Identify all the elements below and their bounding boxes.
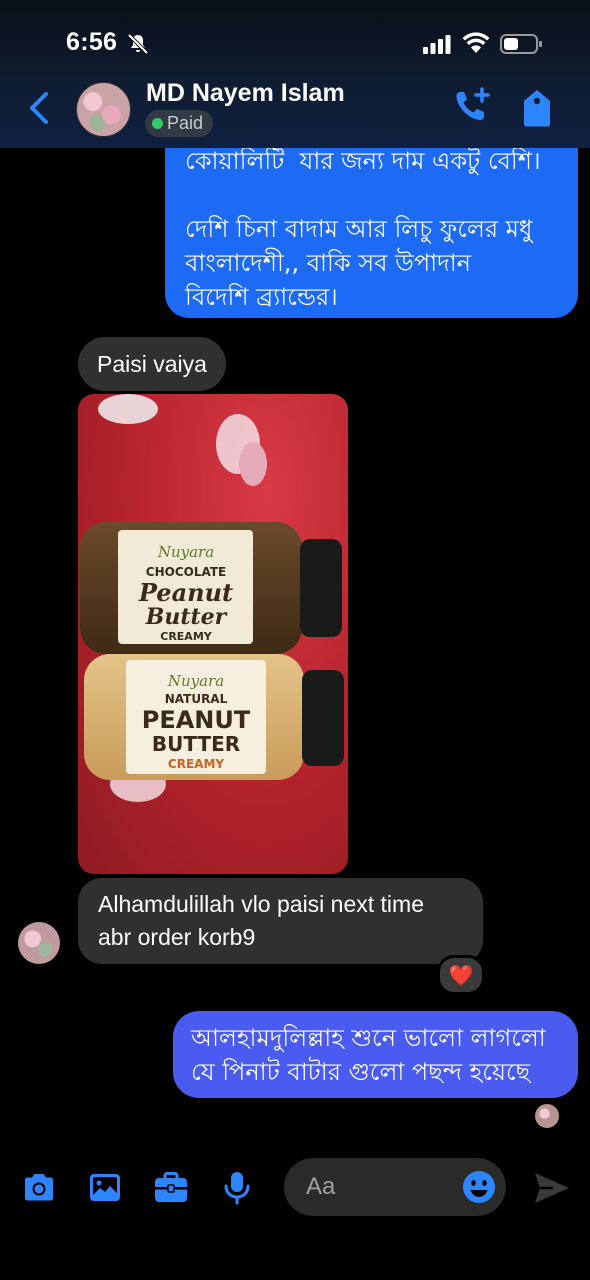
jar1-line1: Peanut xyxy=(138,578,233,607)
status-badge: Paid xyxy=(145,110,214,137)
jar2-line2: BUTTER xyxy=(152,732,240,756)
contact-name[interactable]: MD Nayem Islam xyxy=(146,79,345,108)
outgoing-message[interactable]: আলহামদুলিল্লাহ শুনে ভালো লাগলো যে পিনাট … xyxy=(173,1011,578,1098)
reaction-emoji: ❤️ xyxy=(448,963,474,987)
chat-header: 6:56 MD Nayem Islam Paid xyxy=(0,0,590,148)
incoming-message[interactable]: Paisi vaiya xyxy=(78,337,226,391)
bell-off-icon xyxy=(127,33,149,55)
tag-icon[interactable] xyxy=(520,88,554,128)
jar2-line1: PEANUT xyxy=(142,706,251,734)
microphone-icon[interactable] xyxy=(219,1170,255,1206)
phone-plus-icon[interactable] xyxy=(452,86,492,126)
jar2-brand: Nuyara xyxy=(167,672,224,690)
jar1-line2: Butter xyxy=(145,604,228,630)
jar1-flavor: CHOCOLATE xyxy=(146,565,226,579)
jar2-line3: CREAMY xyxy=(168,757,224,771)
signal-icon xyxy=(423,35,451,54)
incoming-message[interactable]: Alhamdulillah vlo paisi next time abr or… xyxy=(78,878,483,964)
jar2-flavor: NATURAL xyxy=(165,692,228,706)
briefcase-icon[interactable] xyxy=(153,1170,189,1206)
heart-reaction-icon[interactable]: ❤️ xyxy=(437,955,485,995)
camera-icon[interactable] xyxy=(21,1170,57,1206)
seen-receipt-avatar xyxy=(535,1104,559,1128)
status-badge-label: Paid xyxy=(167,113,204,133)
sender-avatar[interactable] xyxy=(18,922,60,964)
contact-avatar[interactable] xyxy=(76,82,131,137)
outgoing-message[interactable]: কোয়ালিটি যার জন্য দাম একটু বেশি। দেশি চ… xyxy=(165,120,578,318)
chocolate-jar: Nuyara CHOCOLATE Peanut Butter CREAMY xyxy=(80,522,342,654)
peanut-butter-jars-photo: Nuyara CHOCOLATE Peanut Butter CREAMY Nu… xyxy=(80,394,344,802)
status-dot xyxy=(152,118,163,129)
message-text: Alhamdulillah vlo paisi next time abr or… xyxy=(98,891,424,950)
message-input-placeholder: Aa xyxy=(306,1173,336,1200)
message-text: Paisi vaiya xyxy=(97,351,207,377)
wifi-icon xyxy=(462,32,490,53)
image-icon[interactable] xyxy=(87,1170,123,1206)
jar1-brand: Nuyara xyxy=(157,543,214,561)
emoji-icon[interactable] xyxy=(461,1169,497,1205)
jar1-line3: CREAMY xyxy=(160,630,213,643)
send-icon[interactable] xyxy=(533,1170,571,1206)
battery-icon xyxy=(500,34,542,54)
message-text: কোয়ালিটি যার জন্য দাম একটু বেশি। দেশি চ… xyxy=(185,147,541,311)
message-photo[interactable]: Nuyara CHOCOLATE Peanut Butter CREAMY Nu… xyxy=(78,394,348,874)
natural-jar: Nuyara NATURAL PEANUT BUTTER CREAMY xyxy=(84,654,344,780)
message-text: আলহামদুলিল্লাহ শুনে ভালো লাগলো যে পিনাট … xyxy=(191,1024,546,1086)
status-bar: 6:56 xyxy=(0,0,590,80)
status-time: 6:56 xyxy=(66,28,118,56)
back-arrow-icon[interactable] xyxy=(26,90,52,126)
